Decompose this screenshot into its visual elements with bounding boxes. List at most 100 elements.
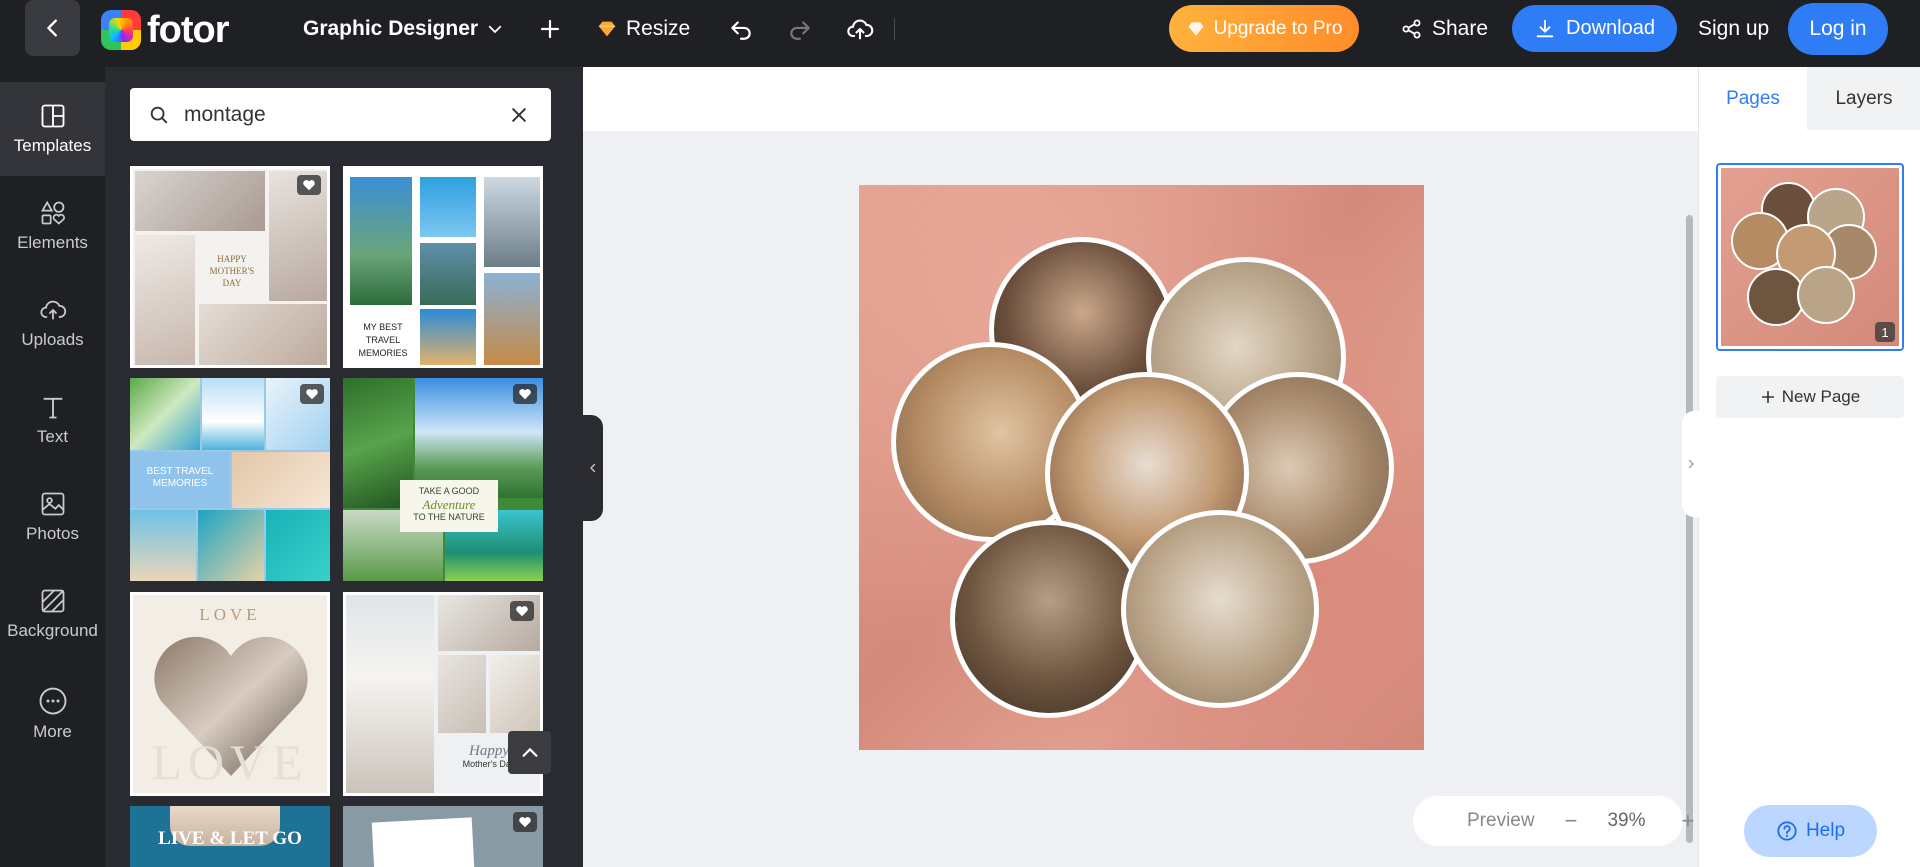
favorite-badge[interactable] — [510, 601, 534, 621]
chevron-left-icon — [46, 19, 57, 37]
favorite-badge[interactable] — [513, 812, 537, 832]
photos-icon — [41, 492, 64, 516]
template-caption: HAPPY MOTHER'S DAY — [209, 254, 255, 288]
panel-scrollbar[interactable] — [575, 125, 581, 867]
page-thumbnail-image: 1 — [1721, 168, 1899, 346]
signup-label: Sign up — [1698, 16, 1770, 40]
template-caption: LIVE & LET GO — [158, 828, 302, 849]
tab-layers[interactable]: Layers — [1807, 67, 1920, 130]
diamond-icon — [598, 21, 616, 36]
sidebar-item-label: Uploads — [21, 330, 84, 349]
template-photo — [420, 177, 476, 237]
new-page-button[interactable]: New Page — [1716, 376, 1904, 418]
share-icon — [1402, 19, 1421, 38]
sidebar-item-label: Photos — [26, 524, 79, 543]
add-button[interactable] — [538, 0, 562, 57]
sidebar-item-text[interactable]: Text — [0, 373, 105, 467]
help-button[interactable]: Help — [1744, 805, 1877, 857]
design-artboard[interactable] — [859, 185, 1424, 750]
search-input[interactable] — [184, 102, 484, 127]
tab-pages[interactable]: Pages — [1699, 67, 1807, 130]
share-button[interactable]: Share — [1400, 0, 1488, 57]
templates-icon — [41, 104, 64, 128]
template-photo — [202, 378, 264, 450]
undo-button[interactable] — [728, 0, 754, 57]
template-photo — [420, 309, 476, 365]
template-card[interactable]: LIVE & LET GO — [130, 806, 330, 867]
page-thumbnail[interactable]: 1 — [1716, 163, 1904, 351]
download-button[interactable]: Download — [1512, 5, 1677, 52]
more-icon — [39, 687, 66, 715]
sidebar-item-label: Elements — [17, 233, 88, 252]
heart-icon — [519, 389, 531, 400]
template-photo — [484, 273, 540, 365]
upgrade-button[interactable]: Upgrade to Pro — [1169, 5, 1359, 52]
template-card[interactable]: TAKE A GOOD Adventure TO THE NATURE — [343, 378, 543, 581]
left-sidebar: Templates Elements Uploads Text Photos B… — [0, 67, 105, 867]
collapse-right-panel-button[interactable] — [1682, 411, 1700, 517]
sidebar-item-uploads[interactable]: Uploads — [0, 276, 105, 370]
back-button[interactable] — [25, 0, 80, 56]
download-icon — [1536, 19, 1554, 37]
preview-button[interactable]: Preview — [1467, 810, 1535, 832]
template-photo — [346, 595, 434, 793]
template-photo — [371, 817, 475, 867]
template-photo — [438, 655, 486, 733]
favorite-badge[interactable] — [300, 384, 324, 404]
zoom-in-button[interactable]: + — [1681, 808, 1694, 834]
sidebar-item-label: More — [33, 722, 72, 741]
cloud-upload-icon — [847, 19, 874, 39]
chevron-right-icon — [1688, 459, 1694, 469]
photo-circle[interactable] — [950, 520, 1148, 718]
mode-dropdown[interactable]: Graphic Designer — [303, 0, 504, 57]
template-photo — [350, 177, 412, 305]
sidebar-item-elements[interactable]: Elements — [0, 179, 105, 273]
favorite-badge[interactable] — [297, 175, 321, 195]
resize-button[interactable]: Resize — [596, 0, 690, 57]
zoom-out-button[interactable]: − — [1565, 808, 1578, 834]
sidebar-item-more[interactable]: More — [0, 667, 105, 761]
sidebar-item-templates[interactable]: Templates — [0, 82, 105, 176]
template-photo — [198, 510, 264, 581]
fotor-logo[interactable]: fotor — [101, 8, 230, 51]
template-photo — [232, 452, 330, 508]
share-label: Share — [1432, 16, 1489, 40]
template-card[interactable]: LOVE LOVE — [130, 592, 330, 796]
mode-label: Graphic Designer — [303, 16, 479, 40]
text-icon — [43, 397, 62, 419]
template-card[interactable]: MY BEST TRAVEL MEMORIES — [343, 166, 543, 368]
template-photo — [135, 171, 265, 231]
template-caption: TAKE A GOOD Adventure TO THE NATURE — [400, 480, 498, 532]
logo-mark-icon — [101, 10, 141, 50]
chevron-left-icon — [590, 463, 596, 473]
elements-icon — [40, 200, 65, 225]
help-label: Help — [1805, 820, 1846, 841]
favorite-badge[interactable] — [513, 384, 537, 404]
template-photo — [135, 235, 195, 365]
template-caption: MY BEST TRAVEL MEMORIES — [358, 322, 408, 358]
template-photo — [266, 510, 330, 581]
canvas-scrollbar[interactable] — [1686, 215, 1693, 843]
diamond-icon — [1188, 21, 1204, 36]
template-card[interactable] — [343, 806, 543, 867]
clear-search-icon[interactable] — [509, 105, 529, 125]
new-page-label: New Page — [1781, 387, 1861, 406]
cloud-save-button[interactable] — [846, 0, 874, 57]
template-photo — [490, 655, 540, 733]
photo-circle[interactable] — [1121, 510, 1319, 708]
template-card[interactable]: HAPPY MOTHER'S DAY — [130, 166, 330, 368]
upgrade-label: Upgrade to Pro — [1213, 17, 1343, 39]
search-box[interactable] — [130, 88, 551, 141]
top-bar: fotor Graphic Designer Resize Upgrade to… — [0, 0, 1920, 67]
collapse-panel-button[interactable] — [583, 415, 603, 521]
sidebar-item-photos[interactable]: Photos — [0, 470, 105, 564]
page-number-badge: 1 — [1875, 322, 1895, 342]
redo-button[interactable] — [787, 0, 813, 57]
template-card[interactable]: BEST TRAVEL MEMORIES — [130, 378, 330, 581]
logo-text: fotor — [147, 8, 230, 51]
scroll-to-top-button[interactable] — [508, 731, 551, 774]
login-button[interactable]: Log in — [1788, 3, 1888, 55]
signup-link[interactable]: Sign up — [1698, 0, 1769, 57]
chevron-down-icon — [488, 25, 502, 33]
sidebar-item-background[interactable]: Background — [0, 567, 105, 661]
